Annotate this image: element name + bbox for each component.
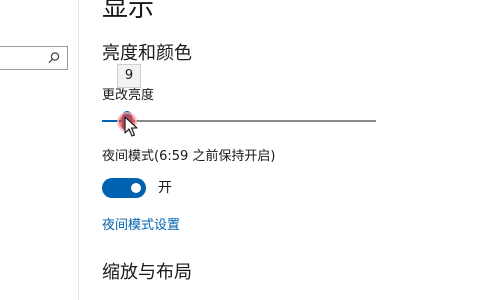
pane-divider bbox=[78, 0, 79, 300]
night-light-toggle-state: 开 bbox=[158, 180, 172, 196]
night-light-status: 夜间模式(6:59 之前保持开启) bbox=[102, 149, 276, 164]
brightness-slider-track[interactable] bbox=[102, 120, 376, 122]
search-input[interactable] bbox=[0, 46, 68, 70]
search-icon[interactable] bbox=[47, 51, 61, 65]
navigation-pane bbox=[0, 0, 78, 300]
brightness-section-title: 亮度和颜色 bbox=[102, 43, 192, 64]
night-light-toggle[interactable] bbox=[102, 178, 146, 198]
page-title: 显示 bbox=[102, 0, 155, 23]
night-light-settings-link[interactable]: 夜间模式设置 bbox=[102, 217, 180, 235]
toggle-knob bbox=[131, 183, 141, 193]
mouse-pointer-icon bbox=[124, 116, 138, 137]
brightness-slider-label: 更改亮度 bbox=[102, 88, 155, 103]
scale-layout-section-title: 缩放与布局 bbox=[102, 262, 192, 283]
brightness-value-tooltip: 9 bbox=[117, 64, 141, 88]
